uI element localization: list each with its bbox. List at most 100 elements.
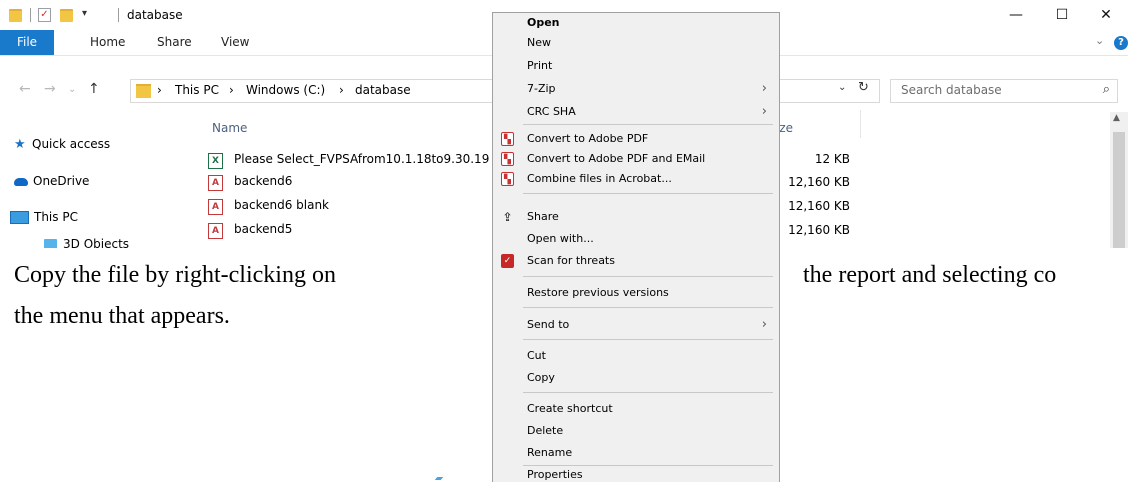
- folder-icon: [9, 9, 22, 22]
- excel-file-icon: X: [208, 153, 223, 169]
- file-name: backend6 blank: [234, 198, 330, 212]
- menu-item-label: Delete: [527, 424, 564, 437]
- menu-separator: [523, 193, 773, 194]
- sidebar-item-3d-objects[interactable]: 3D Objects: [44, 234, 129, 248]
- access-database-icon: A: [208, 223, 223, 239]
- instruction-text-line2: the menu that appears.: [14, 303, 230, 329]
- divider: [30, 8, 31, 22]
- menu-item-label: Convert to Adobe PDF and EMail: [527, 152, 706, 165]
- help-icon[interactable]: ?: [1114, 36, 1128, 50]
- close-button[interactable]: ✕: [1083, 0, 1128, 30]
- submenu-arrow-icon: ›: [761, 81, 767, 96]
- breadcrumb-this-pc[interactable]: This PC: [175, 83, 219, 97]
- back-button[interactable]: ←: [19, 81, 31, 97]
- search-input[interactable]: [901, 83, 1081, 97]
- menu-item-label: CRC SHA: [527, 105, 576, 118]
- file-name: Please Select_FVPSAfrom10.1.18to9.30.19: [234, 152, 490, 166]
- instruction-text-line1-start: Copy the file by right-clicking on: [14, 262, 336, 288]
- menu-item-open-with[interactable]: Open with...: [493, 229, 779, 249]
- scrollbar-thumb[interactable]: [1113, 132, 1125, 248]
- menu-separator: [523, 124, 773, 125]
- menu-item-label: Restore previous versions: [527, 286, 669, 299]
- window-title: database: [127, 8, 183, 22]
- computer-icon: [10, 211, 29, 224]
- scroll-up-icon[interactable]: ▲: [1113, 113, 1120, 123]
- menu-item-print[interactable]: Print: [493, 56, 779, 76]
- menu-separator: [523, 307, 773, 308]
- minimize-button[interactable]: —: [993, 0, 1039, 30]
- navigation-pane: ★ Quick access OneDrive This PC 3D Object…: [0, 112, 200, 248]
- file-name: backend6: [234, 174, 293, 188]
- menu-item-restore-previous-versions[interactable]: Restore previous versions: [493, 283, 779, 303]
- menu-item-copy[interactable]: Copy: [493, 368, 779, 388]
- tab-file[interactable]: File: [0, 30, 54, 55]
- menu-item-label: Rename: [527, 446, 573, 459]
- search-box: ⌕: [890, 79, 1118, 103]
- new-folder-icon[interactable]: [60, 9, 73, 22]
- menu-item-create-shortcut[interactable]: Create shortcut: [493, 399, 779, 419]
- menu-item-cut[interactable]: Cut: [493, 346, 779, 366]
- address-history-dropdown[interactable]: ⌄: [838, 82, 846, 93]
- column-header-name[interactable]: Name: [212, 121, 247, 135]
- antivirus-shield-icon: ✓: [501, 254, 514, 268]
- recent-locations-dropdown[interactable]: ⌄: [68, 84, 76, 95]
- menu-separator: [523, 339, 773, 340]
- menu-item-scan-for-threats[interactable]: ✓ Scan for threats: [493, 251, 779, 271]
- sidebar-item-quick-access[interactable]: ★ Quick access: [14, 134, 110, 154]
- menu-item-label: Scan for threats: [527, 254, 615, 267]
- up-button[interactable]: ↑: [88, 81, 100, 97]
- maximize-button[interactable]: ☐: [1039, 0, 1085, 30]
- menu-item-properties[interactable]: Properties: [493, 465, 779, 485]
- breadcrumb-windows-c[interactable]: Windows (C:): [246, 83, 325, 97]
- sidebar-item-label: This PC: [34, 210, 78, 224]
- menu-item-send-to[interactable]: Send to ›: [493, 315, 779, 335]
- menu-item-crc-sha[interactable]: CRC SHA ›: [493, 102, 779, 122]
- sidebar-item-label: OneDrive: [33, 174, 90, 188]
- menu-item-share[interactable]: ⇪ Share: [493, 207, 779, 227]
- menu-item-label: Open: [527, 16, 560, 29]
- menu-item-7zip[interactable]: 7-Zip ›: [493, 79, 779, 99]
- breadcrumb-database[interactable]: database: [355, 83, 411, 97]
- tab-home[interactable]: Home: [90, 30, 125, 55]
- breadcrumb-separator[interactable]: ›: [229, 83, 234, 97]
- sidebar-item-label: 3D Objects: [63, 237, 130, 248]
- pdf-email-icon: ▚: [501, 152, 514, 166]
- submenu-arrow-icon: ›: [761, 104, 767, 119]
- instruction-text-line1-end: the report and selecting co: [803, 262, 1057, 288]
- menu-item-convert-to-pdf[interactable]: ▚ Convert to Adobe PDF: [493, 129, 779, 149]
- expand-ribbon-icon[interactable]: ⌄: [1095, 34, 1104, 47]
- menu-separator: [523, 276, 773, 277]
- breadcrumb-separator[interactable]: ›: [157, 83, 162, 97]
- menu-item-label: Convert to Adobe PDF: [527, 132, 649, 145]
- menu-item-label: Properties: [527, 468, 583, 481]
- access-database-icon: A: [208, 199, 223, 215]
- share-icon: ⇪: [502, 210, 513, 224]
- menu-item-label: New: [527, 36, 551, 49]
- divider: [118, 8, 119, 22]
- forward-button[interactable]: →: [44, 81, 56, 97]
- menu-item-label: 7-Zip: [527, 82, 556, 95]
- tab-share[interactable]: Share: [157, 30, 192, 55]
- menu-item-open[interactable]: Open: [493, 13, 779, 33]
- submenu-arrow-icon: ›: [761, 317, 767, 332]
- customize-quick-access-dropdown-icon[interactable]: ▾: [82, 8, 87, 19]
- sidebar-item-label: Quick access: [32, 137, 111, 151]
- refresh-button[interactable]: ↻: [858, 80, 869, 95]
- file-name: backend5: [234, 222, 293, 236]
- menu-item-combine-acrobat[interactable]: ▚ Combine files in Acrobat...: [493, 169, 779, 189]
- menu-item-label: Send to: [527, 318, 570, 331]
- menu-item-convert-to-pdf-email[interactable]: ▚ Convert to Adobe PDF and EMail: [493, 149, 779, 169]
- column-divider[interactable]: [860, 110, 861, 138]
- 3d-objects-icon: [44, 239, 57, 248]
- search-icon[interactable]: ⌕: [1103, 82, 1110, 97]
- cloud-icon: [14, 177, 28, 186]
- tab-view[interactable]: View: [221, 30, 249, 55]
- properties-checkbox-icon[interactable]: ✓: [38, 8, 51, 22]
- menu-item-rename[interactable]: Rename: [493, 443, 779, 463]
- menu-item-delete[interactable]: Delete: [493, 421, 779, 441]
- menu-item-label: Open with...: [527, 232, 594, 245]
- sidebar-item-onedrive[interactable]: OneDrive: [14, 171, 89, 191]
- breadcrumb-separator[interactable]: ›: [339, 83, 344, 97]
- menu-item-new[interactable]: New: [493, 33, 779, 53]
- sidebar-item-this-pc[interactable]: This PC: [10, 207, 78, 227]
